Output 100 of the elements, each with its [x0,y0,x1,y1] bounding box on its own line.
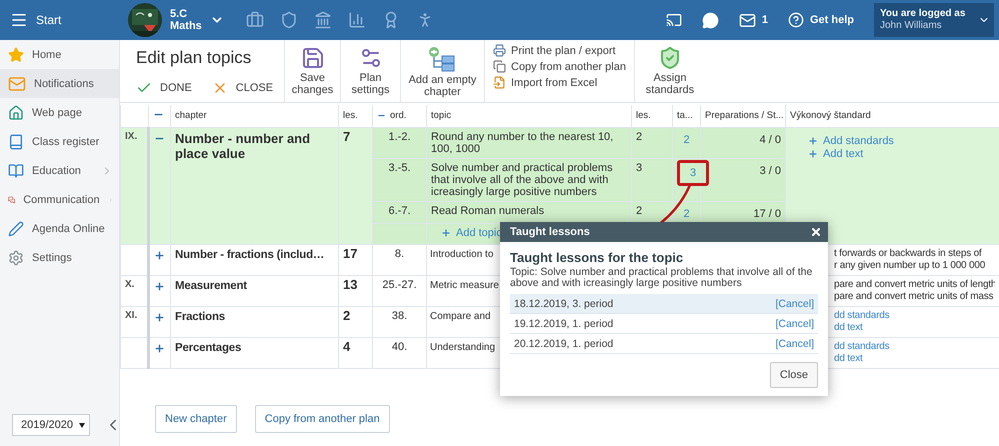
sidebar-item[interactable]: Notifications [0,69,119,98]
topic-text: Solve number and practical problems that involve all of the above and with icreasingly large positive numbers [431,162,613,198]
toolbar-link[interactable]: Copy from another plan [493,60,626,73]
cancel-link[interactable]: [Cancel] [775,318,814,330]
action-button[interactable]: New chapter [155,404,237,432]
chapter-title: Number - fractions (includ… [175,248,324,260]
column-header: les. [338,105,372,127]
sidebar-item[interactable]: Education [0,156,119,185]
sidebar-item[interactable]: Settings [0,243,119,272]
close-button[interactable]: Close [770,362,818,388]
expand-icon[interactable] [154,342,165,354]
class-selector[interactable]: 5.C Maths [128,0,224,40]
lesson-count: 2 [343,308,350,322]
chapter-title: Number - number and place value [175,130,310,160]
add-link[interactable]: dd text [834,352,995,364]
lesson-count: 2 [636,130,642,142]
envelope-icon [738,12,756,28]
order-cell: 8. [394,248,404,260]
chapter-title: Fractions [175,310,225,322]
messages-button[interactable]: 1 [738,12,768,28]
order-cell: 3.-5. [388,162,410,174]
shield-icon[interactable] [280,11,298,29]
pen-icon [8,220,24,236]
lesson-date: 18.12.2019, 3. period [514,298,614,310]
toolbar-button[interactable]: Add an empty chapter [401,40,485,102]
expand-icon[interactable] [154,250,165,260]
preparations-cell-text: 17 / 0 [753,206,781,220]
lesson-count: 4 [343,338,350,354]
year-select[interactable]: 2019/2020 [12,414,90,436]
order-cell: 25.-27. [382,278,417,290]
topic-text: Introduction to [430,248,494,260]
sidebar-item[interactable]: Agenda Online [0,214,119,243]
sidebar-item[interactable]: Class register [0,127,119,156]
copy-icon [493,60,506,73]
order-cell: 40. [392,340,408,352]
order-cell: 6.-7. [388,204,410,216]
sidebar-item[interactable]: Communication [0,185,119,214]
topic-text: Read Roman numerals [431,204,544,216]
book-icon [8,134,24,150]
chapter-tree-icon [428,46,458,72]
standard-text: t forwards or backwards in steps of [834,248,983,260]
help-button[interactable]: Get help [788,12,854,28]
sidebar-item[interactable]: Home [0,40,119,69]
lesson-count: 7 [343,128,350,144]
order-cell: 38. [392,310,408,322]
caret-icon [79,422,85,428]
toolbar-link[interactable]: Print the plan / export [493,44,626,57]
assign-standards-button[interactable]: Assign standards [634,40,705,102]
column-header: les. [632,105,672,127]
help-icon [788,12,804,28]
plus-icon [808,148,818,158]
house-icon [8,104,24,120]
cast-icon[interactable] [666,12,682,28]
page-title: Edit plan topics [136,48,252,68]
lesson-count: 2 [636,204,642,216]
order-cell: 1.-2. [388,130,410,142]
settings-icon [8,250,24,266]
lesson-count: 17 [343,246,358,260]
printer-icon [493,44,506,57]
lesson-row[interactable]: 18.12.2019, 3. period [Cancel] [510,294,818,314]
plus-icon [808,136,818,146]
add-link[interactable]: dd standards [834,310,995,322]
bar-chart-icon[interactable] [348,11,366,29]
cancel-link[interactable]: [Cancel] [775,338,814,350]
start-button[interactable]: Start [0,0,120,40]
bank-icon[interactable] [314,11,332,29]
dialog-title: Taught lessons [510,226,590,238]
chapter-title: Percentages [175,342,242,354]
standard-text: r any given number up to 1 000 000 [834,260,986,272]
done-button[interactable]: DONE [136,80,192,96]
star-icon [8,46,24,62]
column-header: ord. [390,110,406,122]
chat-icon[interactable] [702,12,719,28]
toolbar-button[interactable]: Plan settings [341,40,401,102]
toolbar-link[interactable]: Import from Excel [493,76,626,89]
action-button[interactable]: Copy from another plan [254,404,390,432]
topic-text: Compare and [430,310,491,322]
toolbar-button[interactable]: Save changes [285,40,341,102]
preparations-cell-text: 4 / 0 [760,132,781,146]
chapter-title: Measurement [175,280,247,292]
briefcase-icon[interactable] [246,11,264,29]
expand-icon[interactable] [154,280,165,292]
topic-text: Metric measure [430,280,499,290]
topic-description: Topic: Solve number and practical problems that involve all of the above and with icreasingly large positive numbers [510,267,814,289]
topic-text: Understanding [430,342,496,352]
chapter-number: IX. [125,130,138,142]
open-book-icon [8,162,24,178]
user-menu[interactable]: You are logged as John Williams [874,3,994,37]
sidebar-item[interactable]: Web page [0,98,119,127]
lesson-count: 3 [636,162,642,174]
preparations-cell-text: 3 / 0 [760,164,781,176]
menu-icon [10,11,28,29]
column-header: chapter [170,105,338,127]
add-link[interactable]: dd standards [834,340,995,352]
add-link[interactable]: dd text [834,322,995,334]
topic-text: Round any number to the nearest 10, 100, 1000 [431,130,614,154]
expand-icon[interactable] [154,312,165,322]
close-button[interactable]: CLOSE [212,80,274,96]
close-icon[interactable] [810,226,822,238]
lesson-count: 13 [343,276,358,292]
